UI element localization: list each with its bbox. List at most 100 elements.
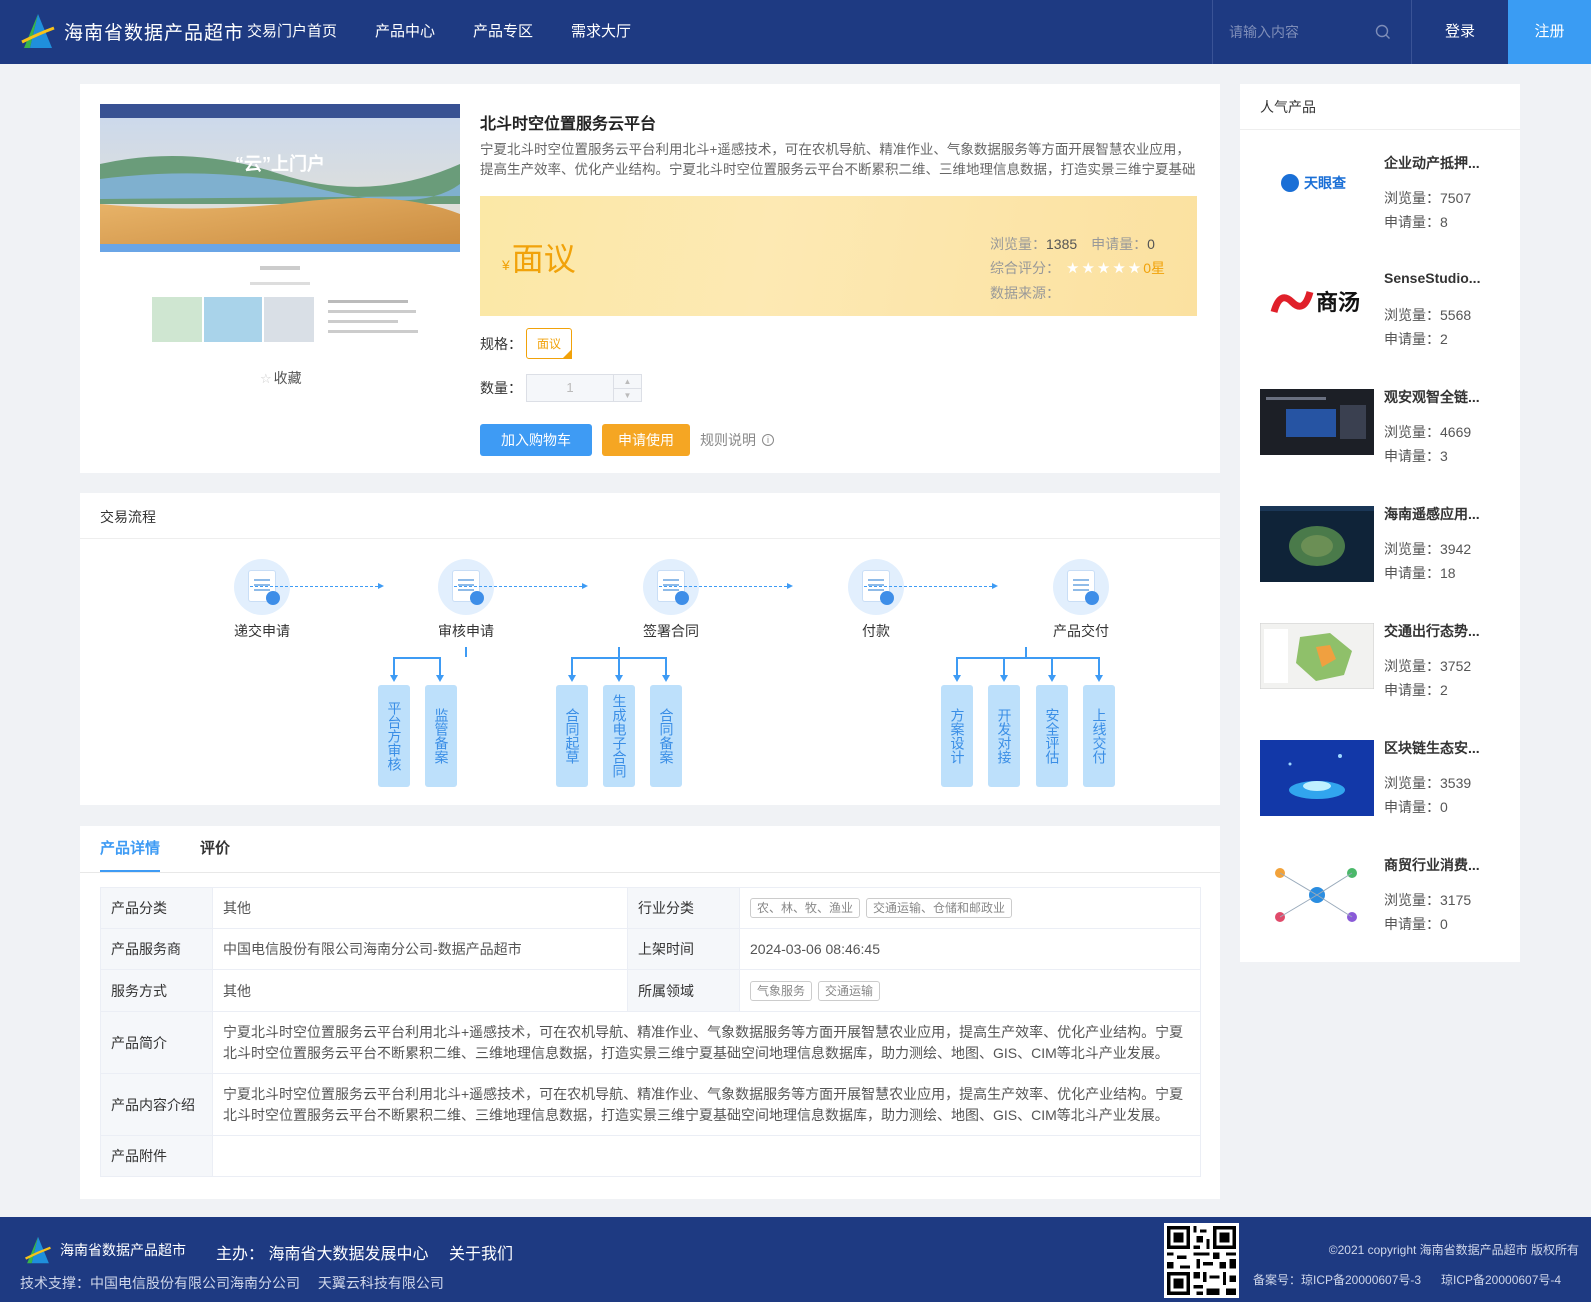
field-label: 服务方式 bbox=[100, 969, 213, 1012]
branch-line bbox=[1098, 657, 1100, 675]
details-panel: 产品详情 评价 产品分类 其他 行业分类 农、林、牧、渔业 交通运输、仓储和邮政业… bbox=[80, 826, 1220, 1199]
thumbnail-logo-text: 商汤 bbox=[1316, 290, 1360, 315]
field-label: 所属领域 bbox=[627, 969, 740, 1012]
popular-products-title: 人气产品 bbox=[1260, 99, 1316, 115]
flow-arrow bbox=[864, 583, 998, 589]
branch-line bbox=[1025, 647, 1027, 657]
popular-product-applies: 申请量：0 bbox=[1384, 916, 1448, 932]
branch-line bbox=[465, 647, 467, 657]
nav-home[interactable]: 交易门户首页 bbox=[247, 0, 337, 64]
login-button[interactable]: 登录 bbox=[1412, 0, 1508, 64]
about-us-link[interactable]: 关于我们 bbox=[449, 1240, 513, 1264]
top-header: 海南省数据产品超市 交易门户首页 产品中心 产品专区 需求大厅 登录 注册 bbox=[0, 0, 1591, 64]
rules-link[interactable]: 规则说明 i bbox=[700, 430, 774, 450]
tab-reviews[interactable]: 评价 bbox=[200, 826, 230, 872]
arrow-down-icon bbox=[953, 675, 961, 682]
substep-contract-draft: 合同起草 bbox=[556, 685, 588, 787]
currency-symbol: ¥ bbox=[502, 257, 510, 273]
info-icon: i bbox=[762, 434, 774, 446]
product-image[interactable]: “云”上门户 bbox=[100, 104, 460, 354]
product-thumbnail bbox=[1260, 740, 1374, 816]
popular-product-views: 浏览量：7507 bbox=[1384, 190, 1472, 206]
list-item[interactable]: 商汤 SenseStudio... 浏览量：5568 申请量：2 bbox=[1260, 270, 1500, 372]
popular-product-views: 浏览量：4669 bbox=[1384, 424, 1472, 440]
branch-line bbox=[618, 657, 620, 675]
domain-tags: 气象服务 交通运输 bbox=[739, 969, 1201, 1012]
step-contract: 签署合同 bbox=[621, 559, 721, 641]
site-footer: 海南省数据产品超市 主办： 海南省大数据发展中心 关于我们 技术支撑：中国电信股… bbox=[0, 1217, 1591, 1302]
field-label: 上架时间 bbox=[627, 928, 740, 970]
list-item[interactable]: 天眼查 企业动产抵押... 浏览量：7507 申请量：8 bbox=[1260, 155, 1500, 255]
step-label: 递交申请 bbox=[234, 623, 290, 639]
popular-product-name: 海南遥感应用... bbox=[1384, 506, 1480, 522]
tab-product-details[interactable]: 产品详情 bbox=[100, 826, 161, 872]
field-label: 行业分类 bbox=[627, 887, 740, 929]
list-item[interactable]: 商贸行业消费... 浏览量：3175 申请量：0 bbox=[1260, 857, 1500, 957]
step-label: 产品交付 bbox=[1053, 623, 1109, 639]
tag: 交通运输 bbox=[818, 980, 881, 1001]
branch-line bbox=[1051, 657, 1053, 675]
branch-line bbox=[571, 657, 573, 675]
product-screenshot: “云”上门户 bbox=[100, 104, 460, 354]
popular-product-name: 商贸行业消费... bbox=[1384, 857, 1480, 873]
footer-copyright: ©2021 copyright 海南省数据产品超市 版权所有 bbox=[1328, 1243, 1579, 1257]
register-button[interactable]: 注册 bbox=[1508, 0, 1591, 64]
popular-products-panel: 人气产品 天眼查 企业动产抵押... 浏览量：7507 申请量：8 商汤 Sen… bbox=[1240, 84, 1520, 962]
views-value: 1385 bbox=[1046, 236, 1078, 252]
popular-product-views: 浏览量：3175 bbox=[1384, 892, 1472, 908]
site-title: 海南省数据产品超市 bbox=[64, 22, 245, 44]
step-review: 审核申请 bbox=[416, 559, 516, 641]
footer-logo[interactable]: 海南省数据产品超市 bbox=[24, 1235, 186, 1265]
apply-button[interactable]: 申请使用 bbox=[602, 424, 690, 456]
list-item[interactable]: 交通出行态势... 浏览量：3752 申请量：2 bbox=[1260, 623, 1500, 723]
spec-row: 规格： 面议 bbox=[480, 328, 573, 359]
list-item[interactable]: 观安观智全链... 浏览量：4669 申请量：3 bbox=[1260, 389, 1500, 489]
chevron-up-icon[interactable]: ▲ bbox=[614, 375, 641, 389]
site-logo[interactable]: 海南省数据产品超市 bbox=[20, 12, 244, 50]
substep-contract-filing: 合同备案 bbox=[650, 685, 682, 787]
branch-line bbox=[393, 657, 395, 675]
tag: 交通运输、仓储和邮政业 bbox=[866, 898, 1013, 918]
popular-product-applies: 申请量：3 bbox=[1384, 448, 1448, 464]
logo-icon bbox=[25, 1236, 51, 1264]
search-input[interactable] bbox=[1229, 20, 1369, 44]
product-thumbnail: 商汤 bbox=[1260, 272, 1374, 338]
arrow-down-icon bbox=[1000, 675, 1008, 682]
nav-product-zone[interactable]: 产品专区 bbox=[473, 0, 533, 64]
search-icon[interactable] bbox=[1375, 24, 1391, 40]
quantity-value[interactable]: 1 bbox=[527, 375, 613, 401]
submit-application-icon bbox=[234, 559, 290, 615]
nav-product-center[interactable]: 产品中心 bbox=[375, 0, 435, 64]
footer-site-title: 海南省数据产品超市 bbox=[60, 1242, 186, 1258]
industry-tags: 农、林、牧、渔业 交通运输、仓储和邮政业 bbox=[739, 887, 1201, 929]
price-box: ¥面议 浏览量：1385 申请量：0 综合评分： ★★★★★0星 数据来源： bbox=[480, 196, 1197, 316]
substep-dev-integration: 开发对接 bbox=[988, 685, 1020, 787]
popular-product-views: 浏览量：3539 bbox=[1384, 775, 1472, 791]
applies-label: 申请量： bbox=[1091, 236, 1148, 252]
product-thumbnail bbox=[1260, 389, 1374, 455]
add-to-cart-button[interactable]: 加入购物车 bbox=[480, 424, 592, 456]
arrow-down-icon bbox=[1095, 675, 1103, 682]
product-description: 宁夏北斗时空位置服务云平台利用北斗+遥感技术，可在农机导航、精准作业、气象数据服… bbox=[480, 142, 1196, 177]
step-label: 付款 bbox=[862, 623, 890, 639]
flow-arrow bbox=[659, 583, 793, 589]
icp-record-2[interactable]: 琼ICP备20000607号-4 bbox=[1441, 1271, 1561, 1288]
field-label: 产品服务商 bbox=[100, 928, 213, 970]
popular-product-applies: 申请量：2 bbox=[1384, 331, 1448, 347]
field-value bbox=[212, 1135, 1201, 1177]
table-row: 服务方式 其他 所属领域 气象服务 交通运输 bbox=[100, 969, 1201, 1012]
popular-product-applies: 申请量：2 bbox=[1384, 682, 1448, 698]
favorite-button[interactable]: ☆ 收藏 bbox=[260, 368, 302, 388]
popular-product-applies: 申请量：0 bbox=[1384, 799, 1448, 815]
list-item[interactable]: 海南遥感应用... 浏览量：3942 申请量：18 bbox=[1260, 506, 1500, 606]
quantity-stepper[interactable]: 1 ▲ ▼ bbox=[526, 374, 642, 402]
chevron-down-icon[interactable]: ▼ bbox=[614, 389, 641, 402]
spec-option[interactable]: 面议 bbox=[526, 328, 573, 359]
icp-record-1[interactable]: 备案号：琼ICP备20000607号-3 bbox=[1253, 1271, 1421, 1288]
nav-demand-hall[interactable]: 需求大厅 bbox=[571, 0, 631, 64]
arrow-down-icon bbox=[568, 675, 576, 682]
popular-product-name: 区块链生态安... bbox=[1384, 740, 1480, 756]
product-stats: 浏览量：1385 申请量：0 综合评分： ★★★★★0星 数据来源： bbox=[990, 232, 1165, 305]
list-item[interactable]: 区块链生态安... 浏览量：3539 申请量：0 bbox=[1260, 740, 1500, 840]
flow-arrow bbox=[250, 583, 384, 589]
